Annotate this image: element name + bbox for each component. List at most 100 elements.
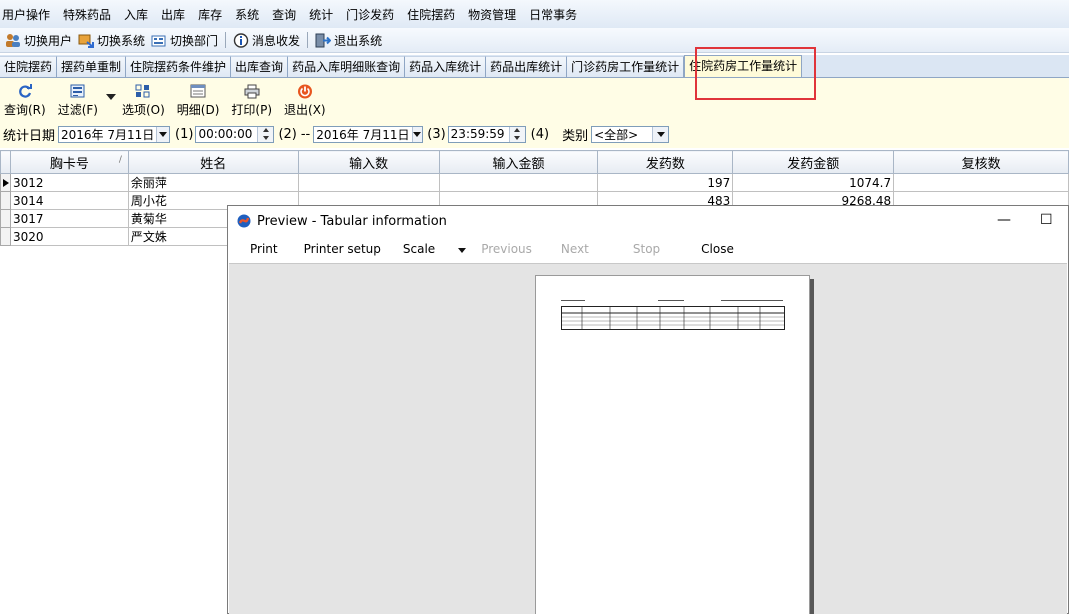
tab-outbound-statistics[interactable]: 药品出库统计 [486, 56, 568, 77]
next-button[interactable]: Next [561, 242, 589, 256]
column-header-review-count[interactable]: 复核数 [893, 150, 1069, 174]
cell-dispense-count[interactable]: 197 [597, 173, 734, 192]
page-header-mark [721, 300, 783, 301]
toolbar-divider [225, 32, 227, 48]
cell-dispense-amount[interactable]: 1074.7 [732, 173, 895, 192]
menu-system[interactable]: 系统 [233, 6, 266, 23]
date-label: 统计日期 [3, 128, 56, 144]
row-indicator [0, 227, 11, 246]
action-toolbar: 查询(R) 过滤(F) 选项(O) 明细(D) 打印(P) 退出(X) [0, 84, 334, 120]
preview-print-button[interactable]: Print [250, 242, 278, 256]
column-header-dispense-amount[interactable]: 发药金额 [732, 150, 895, 174]
cell-card[interactable]: 3014 [9, 191, 129, 210]
print-preview-window: Preview - Tabular information — ☐ Print … [227, 205, 1069, 614]
column-header-card[interactable]: 胸卡号 / [9, 150, 129, 174]
preview-canvas[interactable] [229, 263, 1067, 614]
cell-input-amount[interactable] [438, 173, 599, 192]
maximize-button[interactable]: ☐ [1040, 212, 1053, 228]
query-label: 查询(R) [4, 103, 46, 117]
print-button[interactable]: 打印(P) [231, 84, 272, 120]
previous-button[interactable]: Previous [481, 242, 532, 256]
switch-department-button[interactable]: 切换部门 [148, 32, 221, 49]
end-time-field[interactable]: 23:59:59 [447, 125, 526, 143]
options-label: 选项(O) [121, 103, 165, 117]
menu-statistics[interactable]: 统计 [307, 6, 340, 23]
end-time-value: 23:59:59 [450, 127, 505, 141]
module-tabs: 住院摆药 摆药单重制 住院摆药条件维护 出库查询 药品入库明细账查询 药品入库统… [0, 55, 1069, 78]
marker-2: (2) [278, 126, 297, 142]
scale-button[interactable]: Scale [403, 242, 435, 256]
detail-button[interactable]: 明细(D) [177, 84, 219, 120]
minimize-button[interactable]: — [997, 212, 1011, 228]
exit-button[interactable]: 退出(X) [284, 84, 326, 120]
preview-toolbar: Print Printer setup Scale Previous Next … [228, 237, 1068, 261]
query-button[interactable]: 查询(R) [4, 84, 46, 120]
switch-system-icon [78, 33, 95, 48]
menu-special-drugs[interactable]: 特殊药品 [61, 6, 118, 23]
tab-dispense-conditions[interactable]: 住院摆药条件维护 [126, 56, 232, 77]
column-header-input-count[interactable]: 输入数 [297, 150, 440, 174]
table-row[interactable]: 3012 余丽萍 197 1074.7 [0, 173, 1069, 192]
tab-outpatient-workload[interactable]: 门诊药房工作量统计 [567, 56, 685, 77]
stop-button[interactable]: Stop [633, 242, 660, 256]
start-date-value: 2016年 7月11日 [61, 127, 155, 142]
menu-inpatient-dispensing[interactable]: 住院摆药 [405, 6, 462, 23]
switch-system-button[interactable]: 切换系统 [75, 32, 148, 49]
marker-4: (4) [530, 126, 550, 142]
menu-query[interactable]: 查询 [270, 6, 303, 23]
menu-daily-affairs[interactable]: 日常事务 [527, 6, 584, 23]
exit-system-button[interactable]: 退出系统 [312, 32, 385, 49]
start-time-field[interactable]: 00:00:00 [195, 125, 275, 143]
tab-inpatient-workload[interactable]: 住院药房工作量统计 [684, 55, 803, 77]
chevron-down-icon[interactable] [156, 126, 170, 142]
end-time-spinner[interactable] [508, 126, 525, 142]
tab-redo-dispense-list[interactable]: 摆药单重制 [57, 56, 127, 77]
sort-icon: / [118, 155, 122, 165]
tab-outbound-query[interactable]: 出库查询 [231, 56, 289, 77]
chevron-down-icon [458, 248, 467, 253]
cell-input-count[interactable] [297, 173, 440, 192]
menu-stock-in[interactable]: 入库 [122, 6, 155, 23]
start-time-spinner[interactable] [257, 126, 274, 142]
cell-card[interactable]: 3020 [9, 227, 129, 246]
menu-stock-out[interactable]: 出库 [159, 6, 192, 23]
start-date-picker[interactable]: 2016年 7月11日 [58, 125, 171, 143]
tab-inpatient-dispensing[interactable]: 住院摆药 [0, 56, 58, 77]
cell-card[interactable]: 3012 [9, 173, 129, 192]
department-icon [151, 33, 166, 48]
category-value: <全部> [594, 127, 639, 142]
close-preview-button[interactable]: Close [701, 242, 734, 256]
chevron-down-icon[interactable] [411, 126, 423, 142]
tab-inbound-ledger-query[interactable]: 药品入库明细账查询 [288, 56, 406, 77]
switch-user-button[interactable]: 切换用户 [2, 32, 75, 49]
menu-outpatient-dispensing[interactable]: 门诊发药 [344, 6, 401, 23]
filter-dropdown-arrow[interactable] [105, 94, 116, 100]
marker-1: (1) [175, 126, 194, 142]
row-indicator [0, 191, 11, 210]
filter-button[interactable]: 过滤(F) [58, 84, 98, 120]
scale-dropdown-arrow[interactable] [458, 242, 467, 256]
power-icon [297, 84, 313, 99]
row-indicator-header [0, 150, 11, 174]
cell-review-count[interactable] [893, 173, 1069, 192]
chevron-down-icon[interactable] [652, 126, 669, 142]
column-header-input-amount[interactable]: 输入金额 [438, 150, 599, 174]
messages-button[interactable]: 消息收发 [230, 32, 303, 49]
column-header-dispense-count[interactable]: 发药数 [597, 150, 734, 174]
detail-list-icon [190, 84, 206, 99]
cell-name[interactable]: 余丽萍 [127, 173, 299, 192]
tab-inbound-statistics[interactable]: 药品入库统计 [405, 56, 487, 77]
cell-card[interactable]: 3017 [9, 209, 129, 228]
preview-title: Preview - Tabular information [257, 213, 447, 229]
options-button[interactable]: 选项(O) [122, 84, 165, 120]
menu-user-ops[interactable]: 用户操作 [0, 6, 57, 23]
column-header-name[interactable]: 姓名 [127, 150, 299, 174]
category-select[interactable]: <全部> [591, 125, 670, 143]
preview-page [535, 275, 810, 614]
menu-materials[interactable]: 物资管理 [466, 6, 523, 23]
end-date-picker[interactable]: 2016年 7月11日 [313, 125, 424, 143]
printer-setup-button[interactable]: Printer setup [304, 242, 381, 256]
range-dash: -- [300, 126, 311, 142]
preview-title-bar[interactable]: Preview - Tabular information — ☐ [228, 206, 1068, 236]
menu-inventory[interactable]: 库存 [196, 6, 229, 23]
